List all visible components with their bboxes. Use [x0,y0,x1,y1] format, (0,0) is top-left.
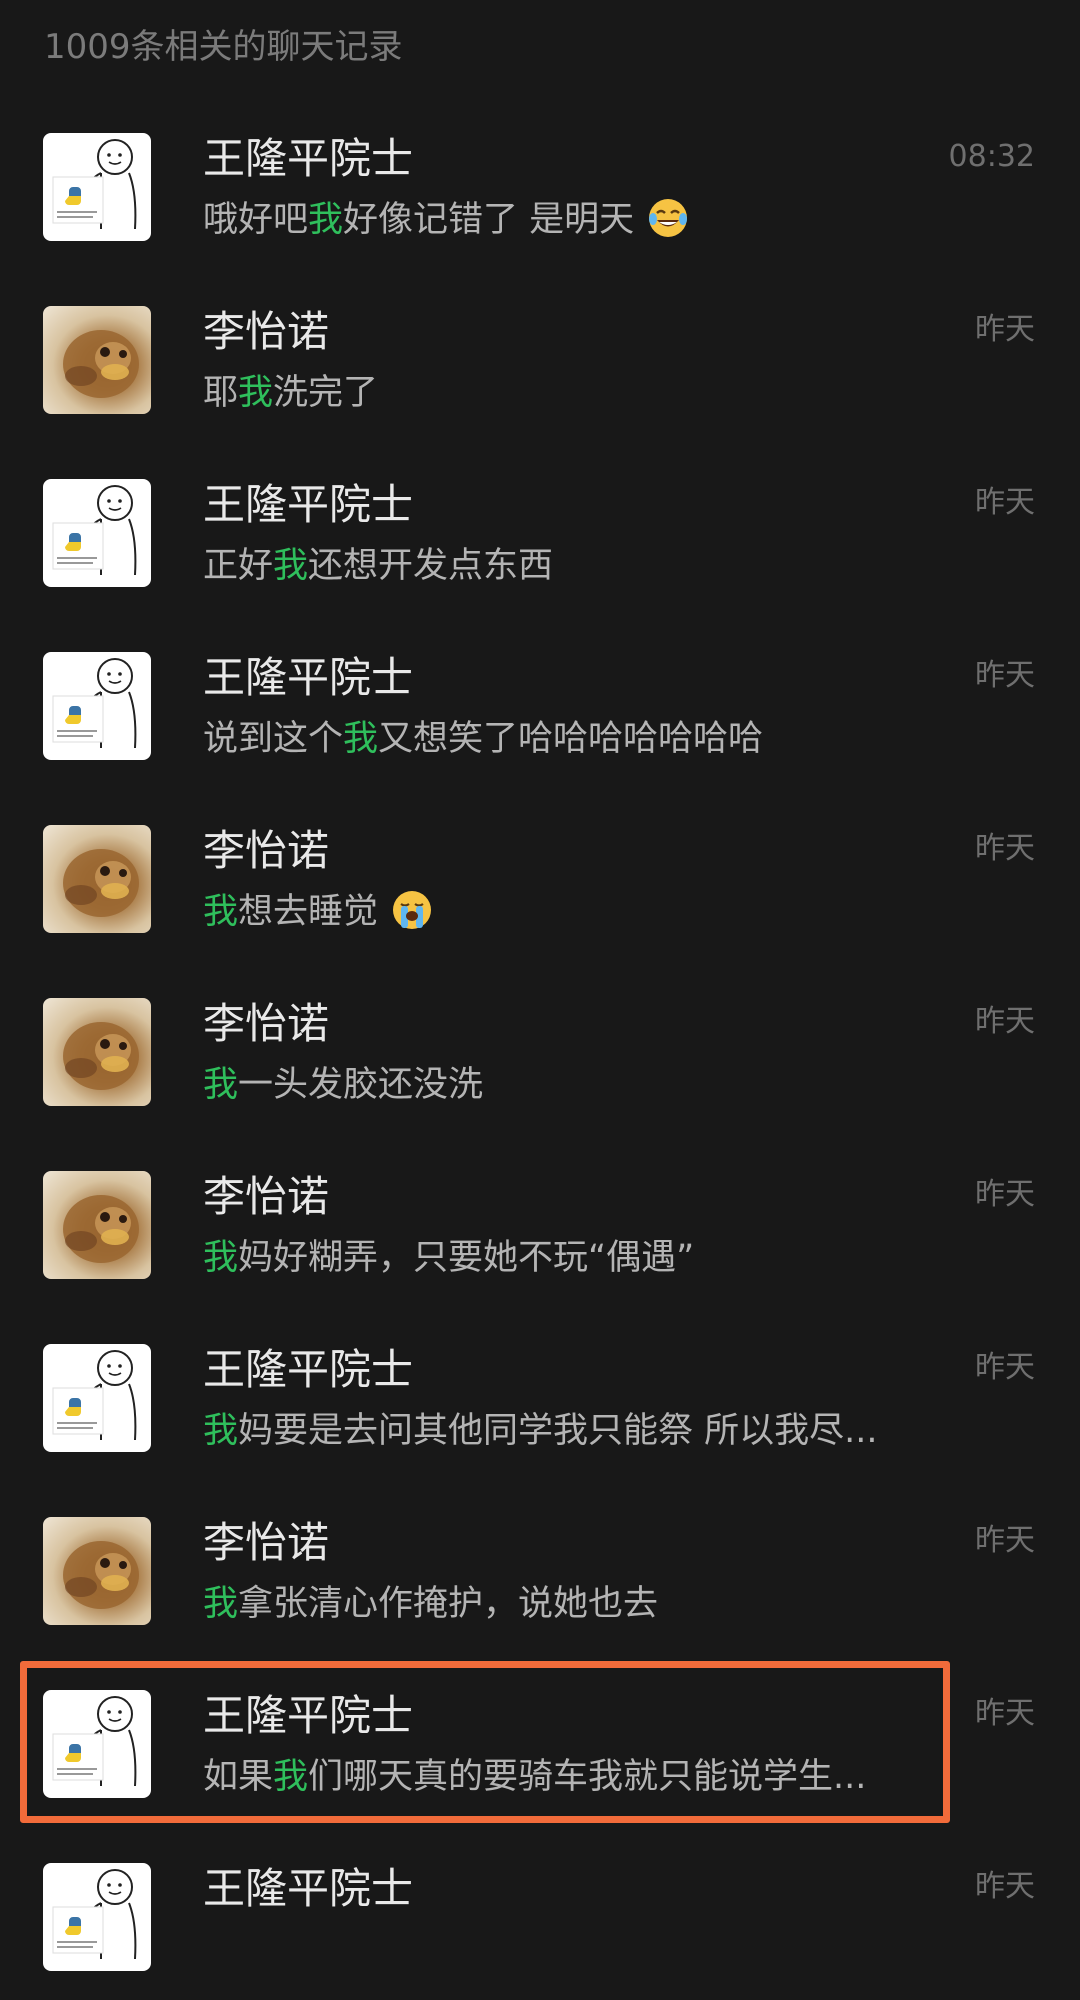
keyword-highlight: 我 [203,1238,239,1278]
chat-record-item[interactable]: 王隆平院士 08:32 哦好吧我好像记错了 是明天 [0,97,1080,270]
python-meme-avatar[interactable] [43,1690,151,1798]
chat-record-item[interactable]: 李怡诺 昨天 我一头发胶还没洗 [0,962,1080,1135]
message-text-before: 说到这个 [203,719,344,759]
message-time: 昨天 [975,658,1035,693]
keyword-highlight: 我 [203,892,239,932]
message-text-before: 正好 [203,546,274,586]
message-preview: 说到这个我又想笑了哈哈哈哈哈哈哈 [203,714,933,764]
message-text-before: 耶 [203,373,239,413]
contact-name: 李怡诺 [203,999,330,1048]
face-with-tears-of-joy-icon [647,197,689,239]
message-preview: 正好我还想开发点东西 [203,541,933,591]
message-text-before: 如果 [203,1757,274,1797]
message-text-after: 又想笑了哈哈哈哈哈哈哈 [378,719,764,759]
contact-name: 王隆平院士 [203,1345,414,1394]
message-text-after: 还想开发点东西 [308,546,554,586]
chat-record-item[interactable]: 李怡诺 昨天 耶我洗完了 [0,270,1080,443]
message-text-after: 妈要是去问其他同学我只能祭 所以我尽... [238,1411,878,1451]
message-text-after: 好像记错了 是明天 [343,200,635,240]
python-meme-avatar[interactable] [43,1344,151,1452]
contact-name: 李怡诺 [203,307,330,356]
message-time: 昨天 [975,1869,1035,1904]
keyword-highlight: 我 [203,1411,239,1451]
contact-name: 王隆平院士 [203,1864,414,1913]
chat-record-item[interactable]: 王隆平院士 昨天 正好我还想开发点东西 [0,443,1080,616]
loudly-crying-face-icon [391,889,433,931]
message-time: 昨天 [975,1350,1035,1385]
message-preview: 耶我洗完了 [203,368,933,418]
message-preview: 我拿张清心作掩护，说她也去 [203,1579,933,1629]
dog-avatar[interactable] [43,1517,151,1625]
chat-record-list: 王隆平院士 08:32 哦好吧我好像记错了 是明天 李怡诺 昨天 耶我洗完了 王… [0,97,1080,2000]
keyword-highlight: 我 [308,200,344,240]
chat-record-item[interactable]: 李怡诺 昨天 我想去睡觉 [0,789,1080,962]
python-meme-avatar[interactable] [43,652,151,760]
message-time: 昨天 [975,1696,1035,1731]
message-text-after: 拿张清心作掩护，说她也去 [238,1584,659,1624]
contact-name: 李怡诺 [203,826,330,875]
message-time: 昨天 [975,485,1035,520]
message-text-after: 妈好糊弄，只要她不玩“偶遇” [238,1238,695,1278]
keyword-highlight: 我 [273,546,309,586]
message-text-before: 哦好吧 [203,200,309,240]
contact-name: 王隆平院士 [203,1691,414,1740]
message-time: 08:32 [948,139,1035,174]
contact-name: 王隆平院士 [203,134,414,183]
message-preview: 我妈好糊弄，只要她不玩“偶遇” [203,1233,933,1283]
chat-record-item[interactable]: 王隆平院士 昨天 如果我们哪天真的要骑车我就只能说学生... [0,1654,1080,1827]
keyword-highlight: 我 [238,373,274,413]
dog-avatar[interactable] [43,306,151,414]
chat-record-item[interactable]: 王隆平院士 昨天 说到这个我又想笑了哈哈哈哈哈哈哈 [0,616,1080,789]
message-time: 昨天 [975,1004,1035,1039]
message-time: 昨天 [975,312,1035,347]
chat-record-item[interactable]: 王隆平院士 昨天 我妈要是去问其他同学我只能祭 所以我尽... [0,1308,1080,1481]
chat-record-item[interactable]: 王隆平院士 昨天 [0,1827,1080,2000]
dog-avatar[interactable] [43,998,151,1106]
message-text-after: 洗完了 [273,373,379,413]
message-preview: 我妈要是去问其他同学我只能祭 所以我尽... [203,1406,933,1456]
message-time: 昨天 [975,1523,1035,1558]
message-preview: 哦好吧我好像记错了 是明天 [203,195,933,245]
message-text-after: 一头发胶还没洗 [238,1065,484,1105]
chat-record-item[interactable]: 李怡诺 昨天 我妈好糊弄，只要她不玩“偶遇” [0,1135,1080,1308]
dog-avatar[interactable] [43,825,151,933]
keyword-highlight: 我 [343,719,379,759]
message-preview: 我一头发胶还没洗 [203,1060,933,1110]
keyword-highlight: 我 [273,1757,309,1797]
python-meme-avatar[interactable] [43,479,151,587]
python-meme-avatar[interactable] [43,1863,151,1971]
contact-name: 王隆平院士 [203,653,414,702]
message-text-after: 想去睡觉 [238,892,379,932]
search-result-count: 1009条相关的聊天记录 [44,27,403,67]
keyword-highlight: 我 [203,1065,239,1105]
contact-name: 李怡诺 [203,1172,330,1221]
message-preview: 如果我们哪天真的要骑车我就只能说学生... [203,1752,933,1802]
python-meme-avatar[interactable] [43,133,151,241]
contact-name: 李怡诺 [203,1518,330,1567]
keyword-highlight: 我 [203,1584,239,1624]
message-time: 昨天 [975,1177,1035,1212]
chat-record-item[interactable]: 李怡诺 昨天 我拿张清心作掩护，说她也去 [0,1481,1080,1654]
message-preview: 我想去睡觉 [203,887,933,937]
message-time: 昨天 [975,831,1035,866]
dog-avatar[interactable] [43,1171,151,1279]
message-text-after: 们哪天真的要骑车我就只能说学生... [308,1757,867,1797]
contact-name: 王隆平院士 [203,480,414,529]
